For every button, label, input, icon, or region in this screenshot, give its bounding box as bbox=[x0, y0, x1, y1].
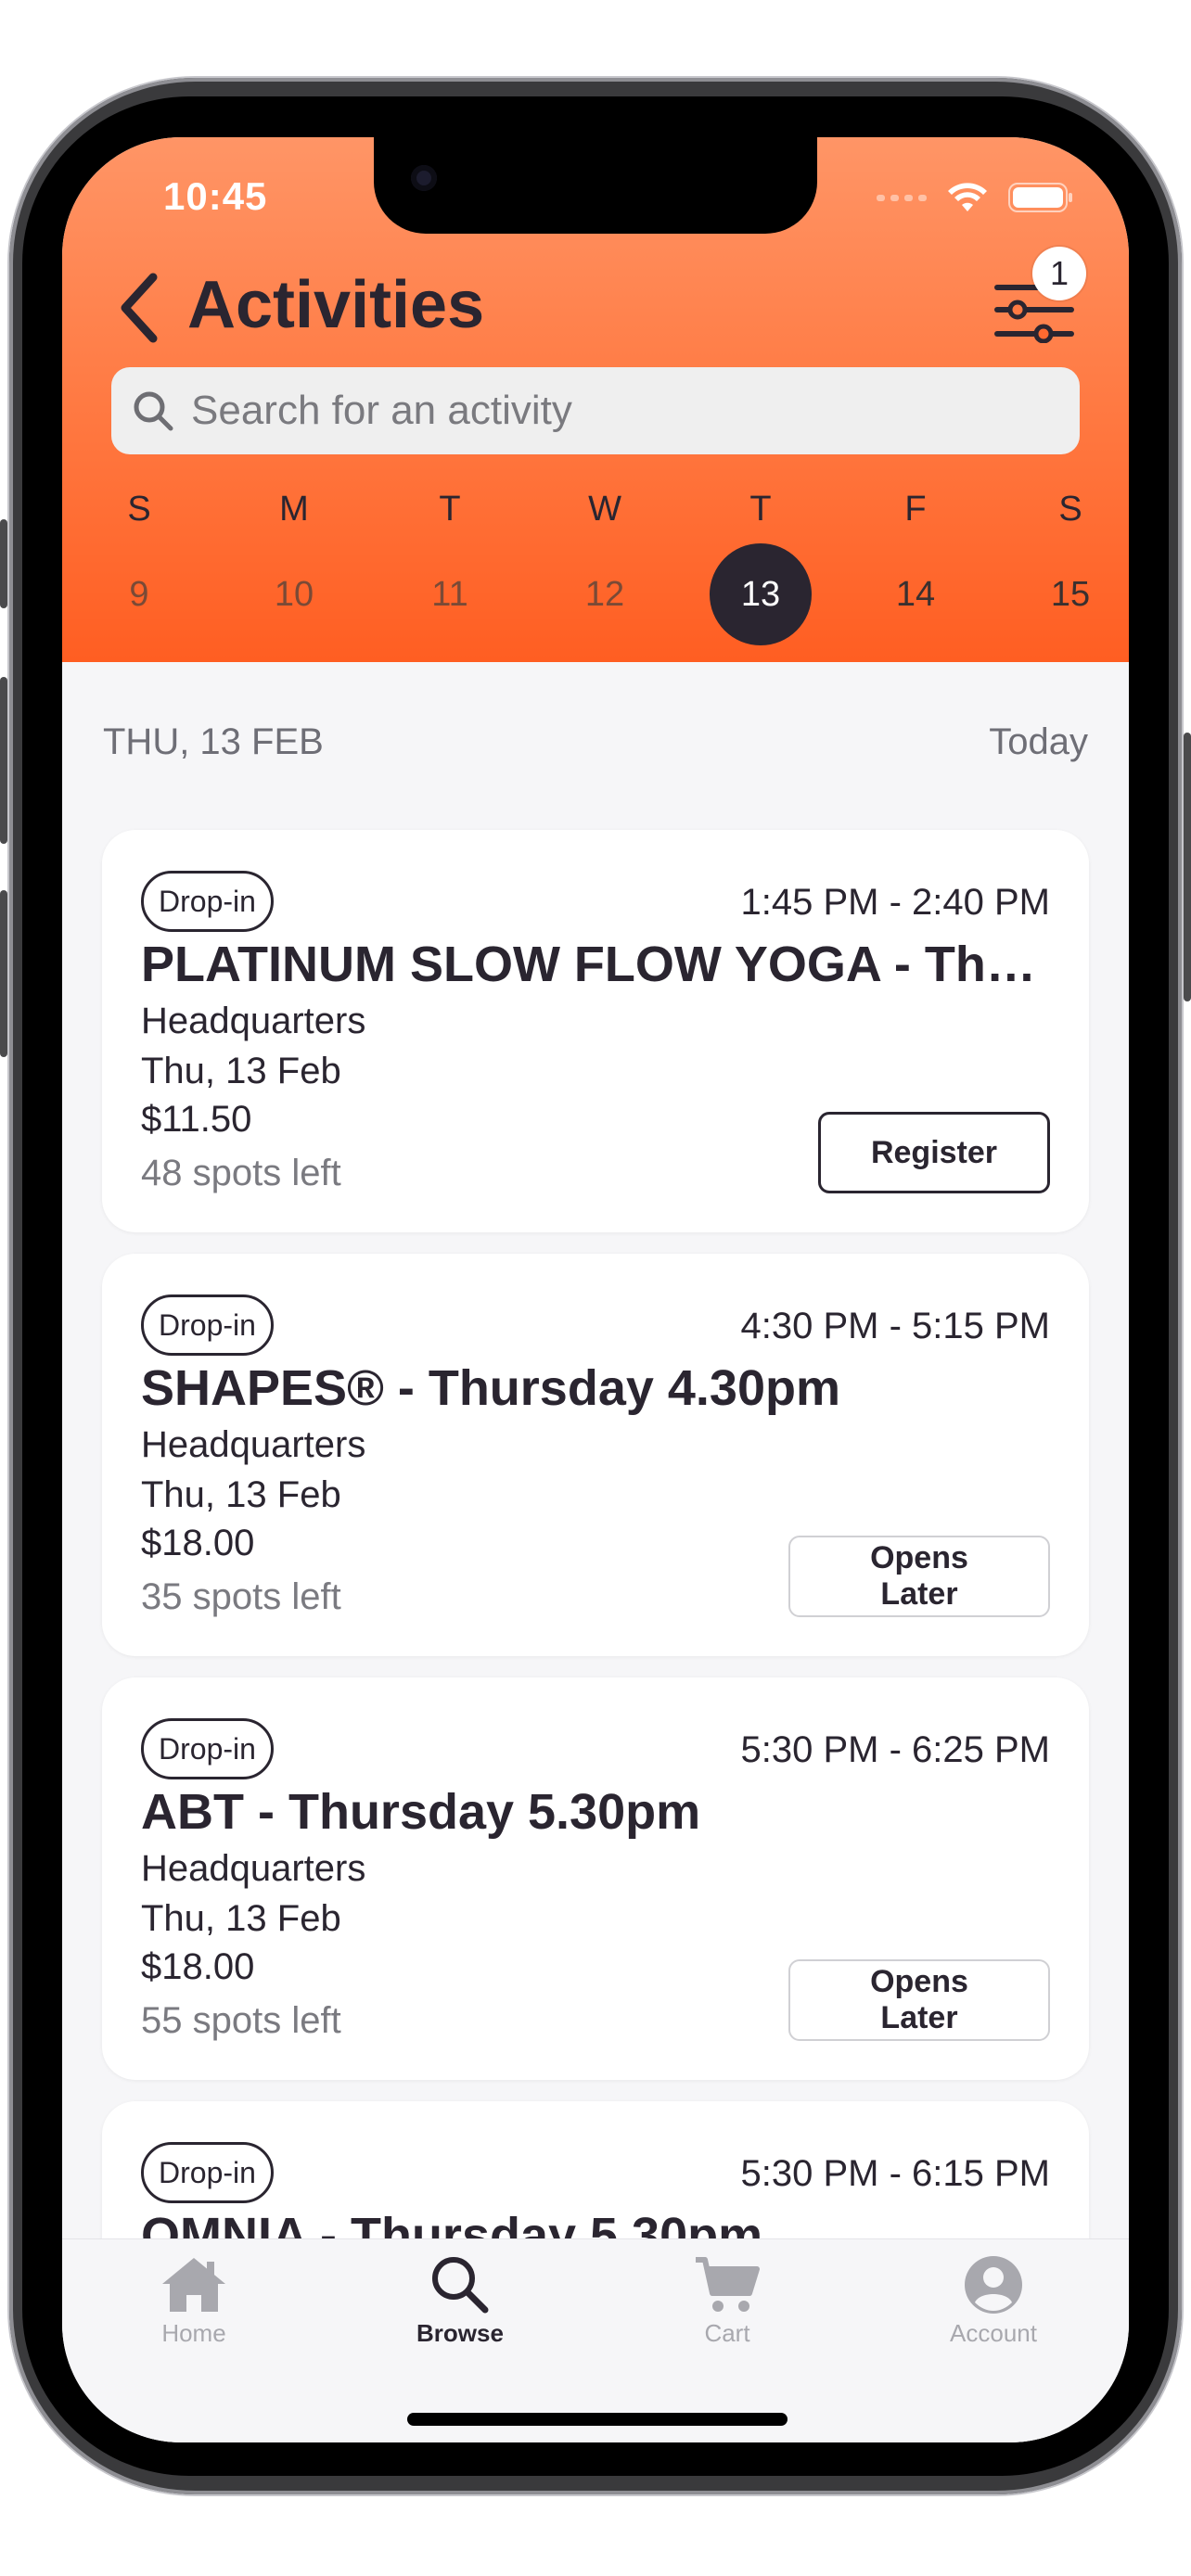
activity-time: 1:45 PM - 2:40 PM bbox=[740, 882, 1050, 923]
account-icon bbox=[965, 2256, 1022, 2314]
register-button[interactable]: Register bbox=[818, 1112, 1050, 1193]
calendar-day[interactable]: T 11 bbox=[399, 490, 501, 614]
activity-spots: 55 spots left bbox=[141, 2000, 341, 2041]
tab-cart[interactable]: Cart bbox=[644, 2254, 811, 2348]
day-number: 15 bbox=[1050, 574, 1091, 614]
activity-date: Thu, 13 Feb bbox=[141, 1051, 341, 1091]
date-heading-row: THU, 13 FEB Today bbox=[103, 721, 1088, 763]
activity-location: Headquarters bbox=[141, 1848, 366, 1889]
drop-in-badge: Drop-in bbox=[141, 1294, 274, 1356]
tab-label: Account bbox=[950, 2319, 1037, 2347]
device-power-button bbox=[1184, 733, 1191, 1001]
tab-label: Cart bbox=[704, 2319, 750, 2347]
opens-later-button[interactable]: Opens Later bbox=[788, 1959, 1050, 2041]
date-heading: THU, 13 FEB bbox=[103, 721, 324, 762]
activity-title: SHAPES® - Thursday 4.30pm bbox=[141, 1360, 840, 1416]
today-link[interactable]: Today bbox=[989, 721, 1088, 763]
opens-later-button[interactable]: Opens Later bbox=[788, 1536, 1050, 1617]
front-camera bbox=[411, 165, 437, 191]
activity-location: Headquarters bbox=[141, 1424, 366, 1465]
home-indicator bbox=[407, 2413, 788, 2426]
home-icon bbox=[162, 2258, 225, 2312]
calendar-day[interactable]: M 10 bbox=[243, 490, 345, 614]
device-silent-switch bbox=[0, 519, 7, 608]
day-number: 9 bbox=[129, 574, 149, 614]
cart-icon bbox=[696, 2257, 760, 2312]
wifi-icon bbox=[947, 182, 988, 213]
activity-card[interactable]: Drop-in 4:30 PM - 5:15 PM SHAPES® - Thur… bbox=[102, 1254, 1089, 1656]
calendar-day[interactable]: S 9 bbox=[88, 490, 190, 614]
search-bar[interactable] bbox=[111, 367, 1080, 454]
activity-spots: 35 spots left bbox=[141, 1576, 341, 1617]
week-calendar: S 9 M 10 T 11 W 12 T 13 F 14 S 15 bbox=[62, 490, 1129, 662]
activity-card[interactable]: Drop-in 1:45 PM - 2:40 PM PLATINUM SLOW … bbox=[102, 830, 1089, 1232]
search-input[interactable] bbox=[189, 387, 1028, 435]
tab-browse[interactable]: Browse bbox=[377, 2254, 544, 2348]
activity-date: Thu, 13 Feb bbox=[141, 1474, 341, 1515]
day-number: 12 bbox=[584, 574, 625, 614]
tab-label: Home bbox=[161, 2319, 226, 2347]
day-number: 10 bbox=[274, 574, 314, 614]
activity-time: 5:30 PM - 6:15 PM bbox=[740, 2153, 1050, 2194]
search-icon bbox=[134, 391, 173, 431]
activity-title: PLATINUM SLOW FLOW YOGA - Thursday 1.45p… bbox=[141, 937, 1050, 992]
activity-location: Headquarters bbox=[141, 1001, 366, 1041]
day-number: 14 bbox=[895, 574, 936, 614]
drop-in-badge: Drop-in bbox=[141, 871, 274, 932]
activity-time: 4:30 PM - 5:15 PM bbox=[740, 1306, 1050, 1346]
calendar-day[interactable]: F 14 bbox=[864, 490, 967, 614]
battery-icon bbox=[1008, 182, 1073, 213]
day-letter: S bbox=[1058, 490, 1082, 529]
day-number-selected: 13 bbox=[710, 543, 812, 645]
device-volume-down bbox=[0, 890, 7, 1057]
calendar-day-selected[interactable]: T 13 bbox=[710, 490, 812, 645]
app-screen: 10:45 Activities 1 Search for an activit… bbox=[62, 137, 1129, 2442]
day-letter: W bbox=[588, 490, 621, 529]
filter-count-badge: 1 bbox=[1032, 247, 1086, 300]
tab-home[interactable]: Home bbox=[110, 2254, 277, 2348]
page-title: Activities bbox=[187, 268, 485, 342]
activity-date: Thu, 13 Feb bbox=[141, 1898, 341, 1939]
activity-title: ABT - Thursday 5.30pm bbox=[141, 1784, 701, 1840]
activity-price: $18.00 bbox=[141, 1523, 255, 1563]
day-letter: F bbox=[904, 490, 927, 529]
tab-account[interactable]: Account bbox=[910, 2254, 1077, 2348]
activity-time: 5:30 PM - 6:25 PM bbox=[740, 1729, 1050, 1770]
device-volume-up bbox=[0, 677, 7, 844]
tab-bar: Home Browse Cart Account bbox=[62, 2238, 1129, 2442]
activity-price: $11.50 bbox=[141, 1099, 252, 1140]
status-icons bbox=[877, 182, 1073, 213]
search-icon bbox=[432, 2257, 489, 2314]
device-notch bbox=[374, 137, 817, 234]
calendar-day[interactable]: S 15 bbox=[1019, 490, 1121, 614]
day-number: 11 bbox=[431, 574, 468, 614]
day-letter: T bbox=[439, 490, 461, 529]
day-letter: T bbox=[749, 490, 772, 529]
tab-label: Browse bbox=[416, 2319, 504, 2347]
back-chevron-icon[interactable] bbox=[116, 272, 162, 344]
cellular-signal-icon bbox=[877, 194, 927, 201]
activity-spots: 48 spots left bbox=[141, 1153, 341, 1193]
calendar-day[interactable]: W 12 bbox=[554, 490, 656, 614]
day-letter: M bbox=[279, 490, 309, 529]
drop-in-badge: Drop-in bbox=[141, 2142, 274, 2203]
day-letter: S bbox=[127, 490, 151, 529]
drop-in-badge: Drop-in bbox=[141, 1718, 274, 1779]
status-time: 10:45 bbox=[163, 174, 268, 218]
activity-card[interactable]: Drop-in 5:30 PM - 6:25 PM ABT - Thursday… bbox=[102, 1677, 1089, 2080]
activity-price: $18.00 bbox=[141, 1946, 255, 1987]
